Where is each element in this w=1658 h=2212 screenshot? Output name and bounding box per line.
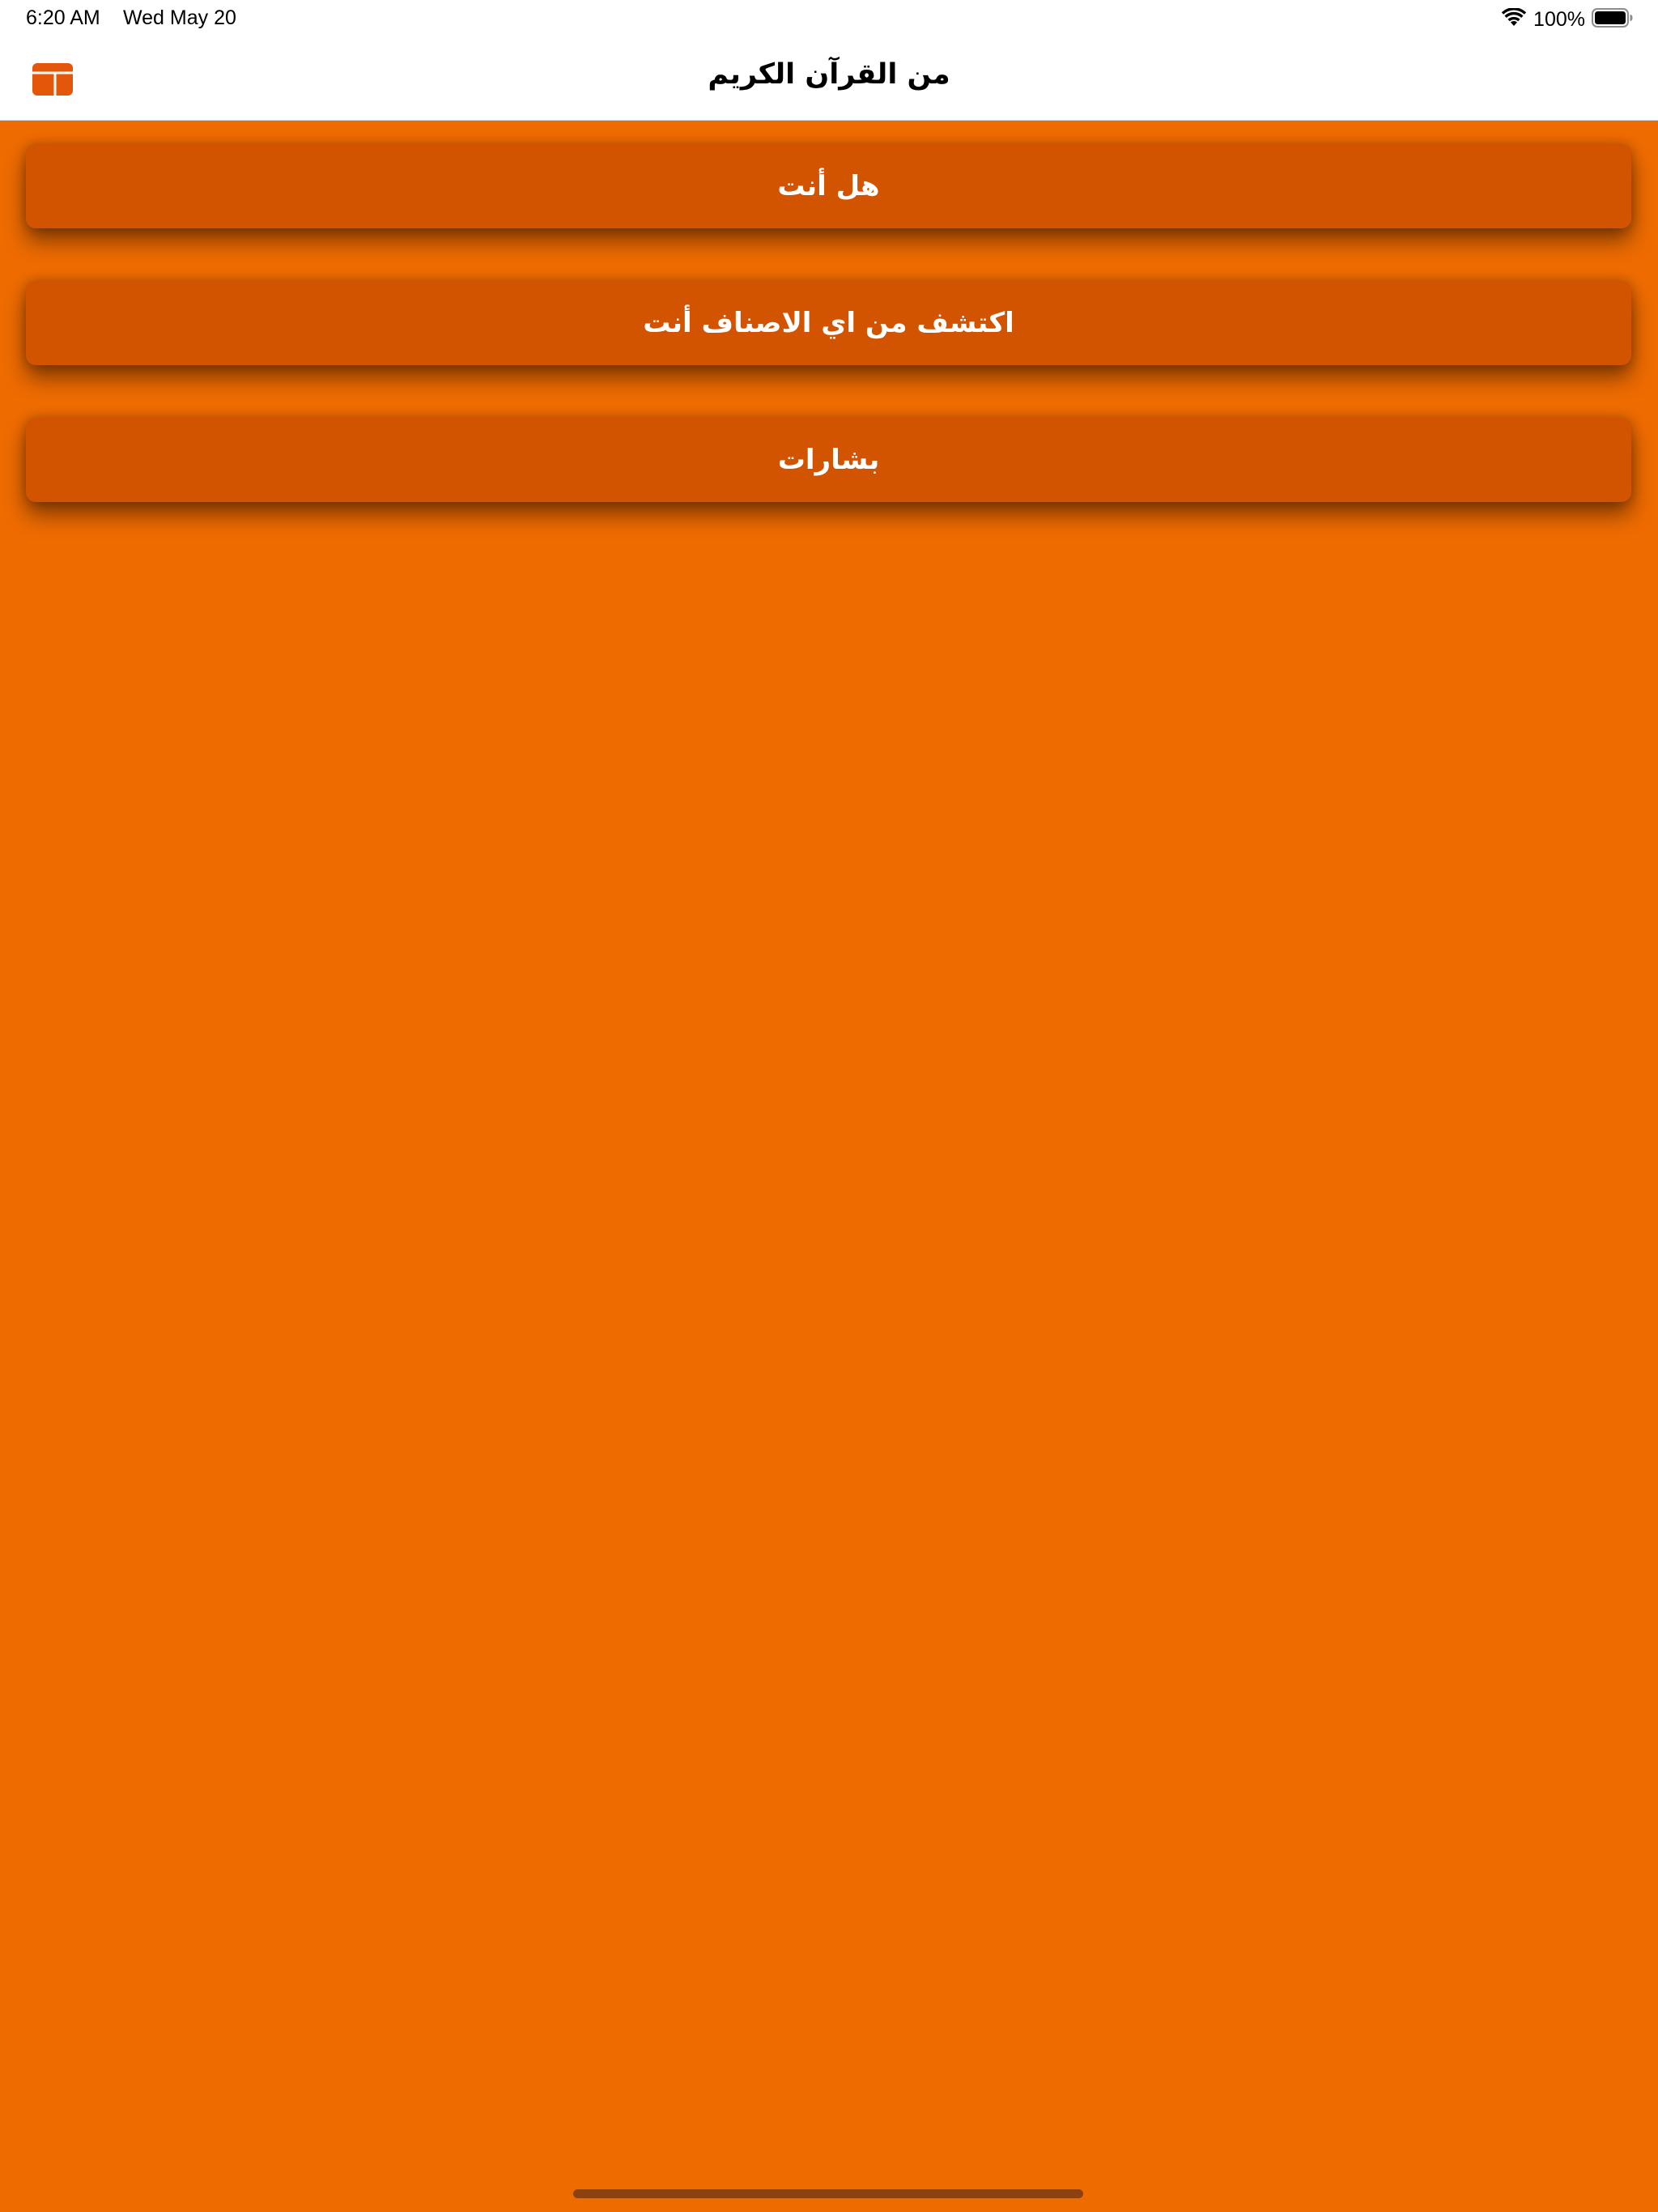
status-time: 6:20 AM <box>26 6 100 29</box>
battery-icon <box>1592 7 1634 32</box>
menu-button-discover-category[interactable]: اكتشف من اي الاصناف أنت <box>26 281 1631 365</box>
menu-button-label: هل أنت <box>777 170 880 202</box>
home-indicator[interactable] <box>573 2189 1083 2198</box>
menu-button-hal-anta[interactable]: هل أنت <box>26 144 1631 228</box>
battery-percent: 100% <box>1533 7 1585 31</box>
menu-button-label: بشارات <box>777 444 880 476</box>
navigation-bar: من القرآن الكريم <box>0 39 1658 121</box>
page-title: من القرآن الكريم <box>708 58 950 91</box>
status-indicators: 100% <box>1501 6 1634 32</box>
wifi-icon <box>1501 7 1527 31</box>
menu-button-glad-tidings[interactable]: بشارات <box>26 418 1631 502</box>
menu-button-label: اكتشف من اي الاصناف أنت <box>643 307 1014 339</box>
status-date: Wed May 20 <box>123 6 236 29</box>
status-bar: 6:20 AM Wed May 20 100% <box>0 0 1658 39</box>
